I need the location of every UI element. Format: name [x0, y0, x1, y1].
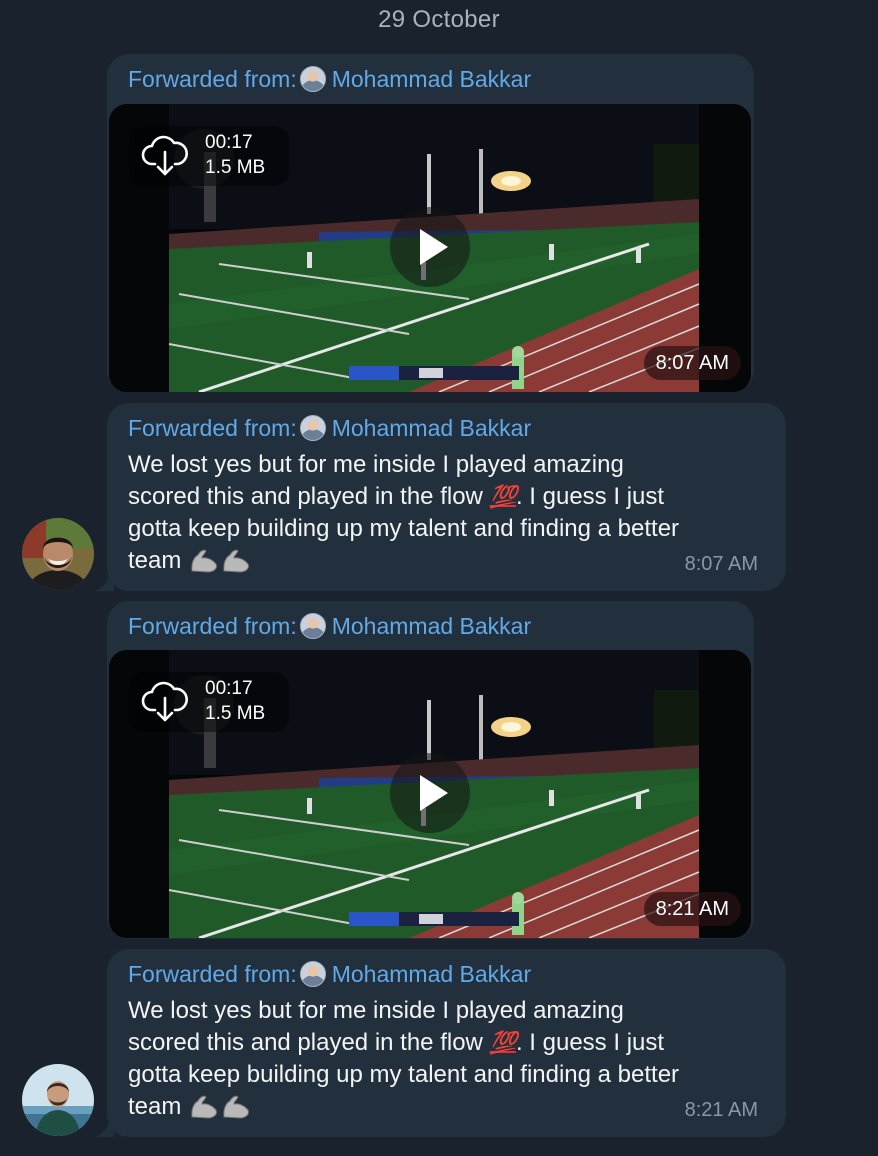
forwarded-header[interactable]: Forwarded from: Mohammad Bakkar — [128, 959, 531, 989]
play-icon — [420, 775, 448, 811]
video-thumbnail[interactable]: 00:17 1.5 MB 8:07 AM — [109, 104, 751, 392]
play-button[interactable] — [390, 753, 470, 833]
forwarded-name-link[interactable]: Mohammad Bakkar — [332, 613, 531, 640]
avatar-image — [22, 518, 94, 590]
message-text: We lost yes but for me inside I played a… — [128, 449, 778, 582]
forwarded-avatar — [299, 961, 326, 987]
forwarded-label: Forwarded from: — [128, 612, 297, 639]
forwarded-name-link[interactable]: Mohammad Bakkar — [332, 961, 531, 988]
bubble-tail — [94, 571, 114, 591]
forwarded-label: Forwarded from: — [128, 960, 297, 987]
forwarded-header[interactable]: Forwarded from: Mohammad Bakkar — [128, 413, 531, 443]
message-line-part: . I guess I just — [515, 1029, 665, 1056]
message-timestamp: 8:07 AM — [684, 553, 758, 575]
message-text: We lost yes but for me inside I played a… — [128, 995, 778, 1128]
video-file-size: 1.5 MB — [205, 157, 266, 178]
forwarded-avatar — [299, 66, 326, 92]
message-bubble-text[interactable]: Forwarded from: Mohammad Bakkar We lost … — [107, 949, 786, 1137]
forwarded-avatar — [299, 415, 326, 441]
forwarded-label: Forwarded from: — [128, 414, 297, 441]
download-overlay[interactable]: 00:17 1.5 MB — [129, 126, 289, 186]
message-line: scored this and played in the flow 💯. I … — [128, 481, 778, 513]
forwarded-header[interactable]: Forwarded from: Mohammad Bakkar — [128, 64, 531, 94]
sender-avatar[interactable] — [22, 518, 94, 590]
cloud-download-icon[interactable] — [141, 680, 189, 724]
flexed-biceps-emoji — [188, 1091, 256, 1128]
message-line: gotta keep building up my talent and fin… — [128, 1061, 680, 1088]
message-line: We lost yes but for me inside I played a… — [128, 997, 624, 1024]
bubble-tail — [94, 1117, 114, 1137]
forwarded-header[interactable]: Forwarded from: Mohammad Bakkar — [128, 611, 531, 641]
message-bubble-text[interactable]: Forwarded from: Mohammad Bakkar We lost … — [107, 403, 786, 591]
forwarded-label: Forwarded from: — [128, 65, 297, 92]
date-separator: 29 October — [378, 6, 500, 33]
message-line: gotta keep building up my talent and fin… — [128, 515, 680, 542]
play-button[interactable] — [390, 207, 470, 287]
video-timestamp: 8:21 AM — [643, 892, 741, 926]
forwarded-avatar — [299, 613, 326, 639]
message-line-part: scored this and played in the flow — [128, 483, 483, 510]
hundred-points-emoji: 💯 — [489, 484, 517, 509]
message-bubble-video[interactable]: Forwarded from: Mohammad Bakkar 00:17 1.… — [107, 601, 754, 939]
hundred-points-emoji: 💯 — [489, 1030, 517, 1055]
message-line-part: team — [128, 1093, 182, 1120]
video-duration: 00:17 — [205, 132, 253, 153]
play-icon — [420, 229, 448, 265]
cloud-download-icon[interactable] — [141, 134, 189, 178]
sender-avatar[interactable] — [22, 1064, 94, 1136]
video-duration: 00:17 — [205, 678, 253, 699]
message-timestamp: 8:21 AM — [684, 1099, 758, 1121]
message-line-part: scored this and played in the flow — [128, 1029, 483, 1056]
message-line: team — [128, 1091, 778, 1128]
message-line: We lost yes but for me inside I played a… — [128, 451, 624, 478]
video-timestamp: 8:07 AM — [643, 346, 741, 380]
forwarded-name-link[interactable]: Mohammad Bakkar — [332, 66, 531, 93]
message-bubble-video[interactable]: Forwarded from: Mohammad Bakkar 00:17 1.… — [107, 54, 754, 392]
video-file-size: 1.5 MB — [205, 703, 266, 724]
message-line-part: . I guess I just — [515, 483, 665, 510]
message-line: team — [128, 545, 778, 582]
download-overlay[interactable]: 00:17 1.5 MB — [129, 672, 289, 732]
avatar-image — [22, 1064, 94, 1136]
message-line: scored this and played in the flow 💯. I … — [128, 1027, 778, 1059]
forwarded-name-link[interactable]: Mohammad Bakkar — [332, 415, 531, 442]
message-line-part: team — [128, 547, 182, 574]
flexed-biceps-emoji — [188, 545, 256, 582]
video-thumbnail[interactable]: 00:17 1.5 MB 8:21 AM — [109, 650, 751, 938]
